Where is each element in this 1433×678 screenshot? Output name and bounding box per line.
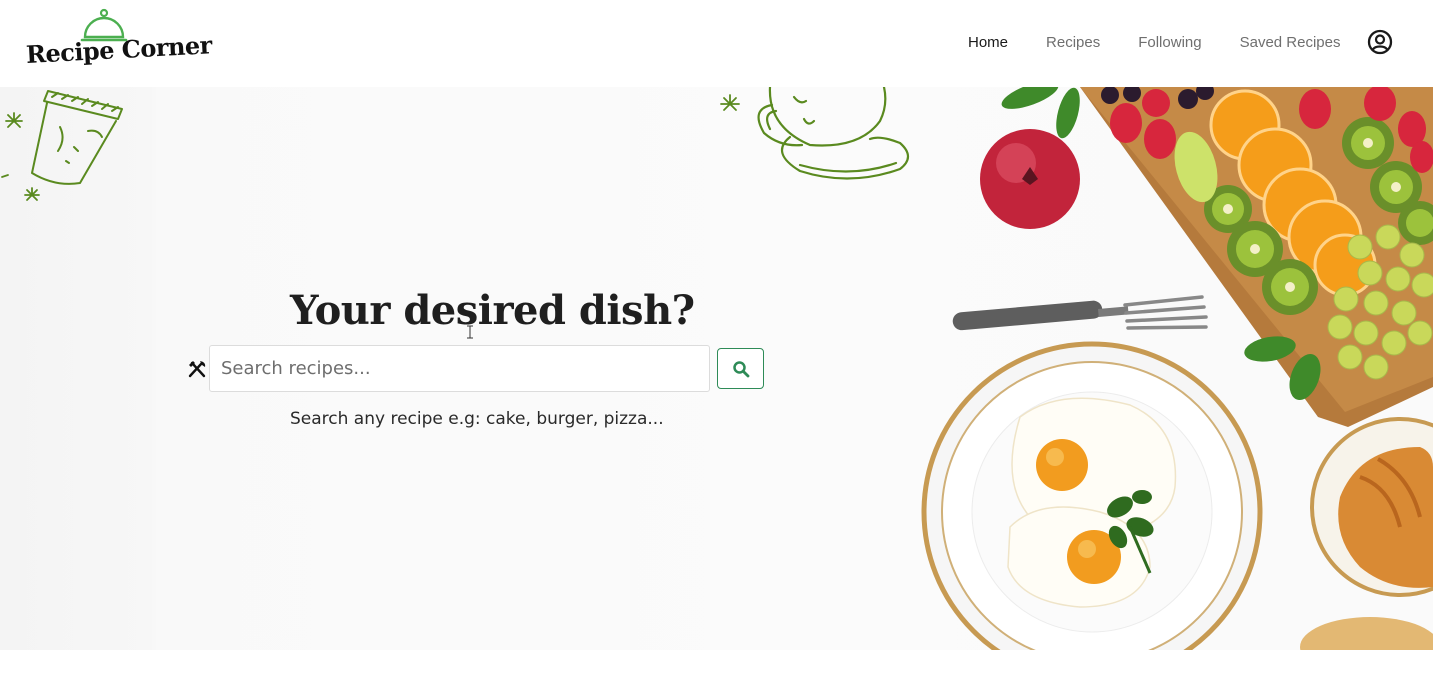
brand-name: Recipe Corner <box>25 30 213 69</box>
brand-logo[interactable]: Recipe Corner <box>24 8 212 78</box>
text-cursor-icon <box>467 325 473 339</box>
hero-section: Your desired dish? Search any recipe e.g… <box>0 87 1433 650</box>
main-nav: Home Recipes Following Saved Recipes <box>968 30 1379 54</box>
nav-following[interactable]: Following <box>1138 34 1201 51</box>
utensils-icon <box>188 361 206 378</box>
search-hint: Search any recipe e.g: cake, burger, piz… <box>290 409 664 429</box>
user-circle-icon[interactable] <box>1367 29 1393 55</box>
nav-home[interactable]: Home <box>968 34 1008 51</box>
recipe-search-input[interactable] <box>209 345 710 392</box>
nav-recipes[interactable]: Recipes <box>1046 34 1100 51</box>
search-button[interactable] <box>717 348 764 389</box>
navbar: Recipe Corner Home Recipes Following Sav… <box>0 0 1433 87</box>
nav-saved-recipes[interactable]: Saved Recipes <box>1240 34 1341 51</box>
page-bottom <box>0 650 1433 678</box>
search-icon <box>732 360 749 377</box>
hero-title: Your desired dish? <box>290 287 695 334</box>
